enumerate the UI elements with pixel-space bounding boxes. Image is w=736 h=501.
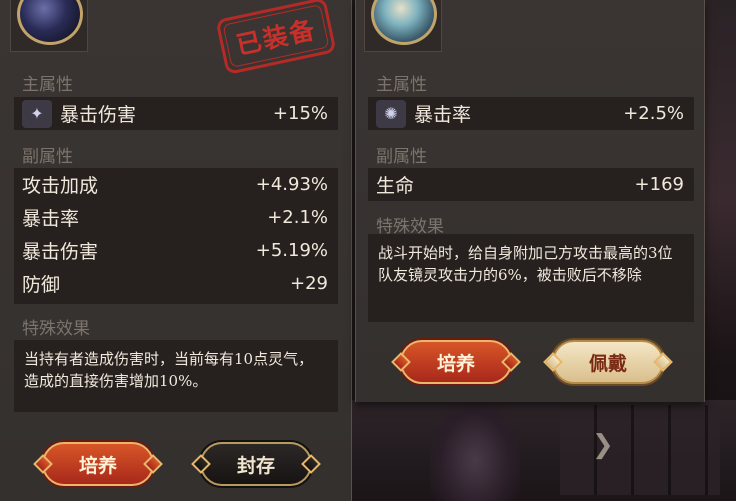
sub-stat-row: 防御 +29 bbox=[14, 267, 338, 300]
sub-stat-list: 攻击加成 +4.93% 暴击率 +2.1% 暴击伤害 +5.19% 防御 +29 bbox=[14, 168, 338, 304]
sub-stat-name: 暴击伤害 bbox=[22, 241, 99, 263]
item-portrait-icon bbox=[17, 0, 83, 45]
sub-stat-row: 暴击伤害 +5.19% bbox=[14, 234, 338, 267]
sub-stat-row: 生命 +169 bbox=[368, 168, 694, 201]
background-character bbox=[430, 400, 520, 501]
sub-stat-value: +2.1% bbox=[267, 207, 328, 228]
sub-stat-row: 攻击加成 +4.93% bbox=[14, 168, 338, 201]
sub-stat-name: 攻击加成 bbox=[22, 175, 99, 197]
sub-stat-label: 副属性 bbox=[376, 147, 427, 167]
crit-damage-icon: ✦ bbox=[22, 99, 52, 128]
main-stat-value: +2.5% bbox=[623, 103, 684, 124]
main-stat-value: +15% bbox=[272, 103, 328, 124]
next-arrow-icon[interactable]: ❯ bbox=[592, 430, 614, 460]
equipped-stamp: 已装备 bbox=[215, 0, 337, 76]
sub-stat-value: +169 bbox=[634, 174, 684, 195]
background-window bbox=[560, 405, 720, 495]
equipped-item-card: 已装备 主属性 ✦ 暴击伤害 +15% 副属性 攻击加成 +4.93% 暴击率 … bbox=[0, 0, 352, 501]
special-effect-text: 战斗开始时，给自身附加己方攻击最高的3位队友镜灵攻击力的6%，被击败后不移除 bbox=[368, 234, 694, 322]
sub-stat-value: +29 bbox=[290, 273, 328, 294]
special-effect-label: 特殊效果 bbox=[22, 319, 90, 339]
item-slot[interactable] bbox=[364, 0, 442, 52]
upgrade-button[interactable]: 培养 bbox=[400, 340, 512, 384]
main-stat-row: ✺ 暴击率 +2.5% bbox=[368, 97, 694, 130]
seal-button[interactable]: 封存 bbox=[200, 442, 312, 486]
sub-stat-name: 暴击率 bbox=[22, 208, 80, 230]
compare-item-card: 主属性 ✺ 暴击率 +2.5% 副属性 生命 +169 特殊效果 战斗开始时，给… bbox=[355, 0, 705, 402]
sub-stat-value: +4.93% bbox=[255, 174, 328, 195]
sub-stat-row: 暴击率 +2.1% bbox=[14, 201, 338, 234]
item-portrait-icon bbox=[371, 0, 437, 45]
main-stat-label: 主属性 bbox=[376, 75, 427, 95]
equip-button[interactable]: 佩戴 bbox=[552, 340, 664, 384]
upgrade-button[interactable]: 培养 bbox=[42, 442, 154, 486]
item-slot[interactable] bbox=[10, 0, 88, 52]
special-effect-text: 当持有者造成伤害时，当前每有10点灵气，造成的直接伤害增加10%。 bbox=[14, 340, 338, 412]
sub-stat-name: 防御 bbox=[22, 274, 61, 296]
sub-stat-name: 生命 bbox=[376, 175, 415, 197]
main-stat-name: 暴击率 bbox=[414, 104, 472, 126]
sub-stat-label: 副属性 bbox=[22, 147, 73, 167]
crit-rate-icon: ✺ bbox=[376, 99, 406, 128]
main-stat-row: ✦ 暴击伤害 +15% bbox=[14, 97, 338, 130]
sub-stat-value: +5.19% bbox=[255, 240, 328, 261]
main-stat-label: 主属性 bbox=[22, 75, 73, 95]
main-stat-name: 暴击伤害 bbox=[60, 104, 137, 126]
